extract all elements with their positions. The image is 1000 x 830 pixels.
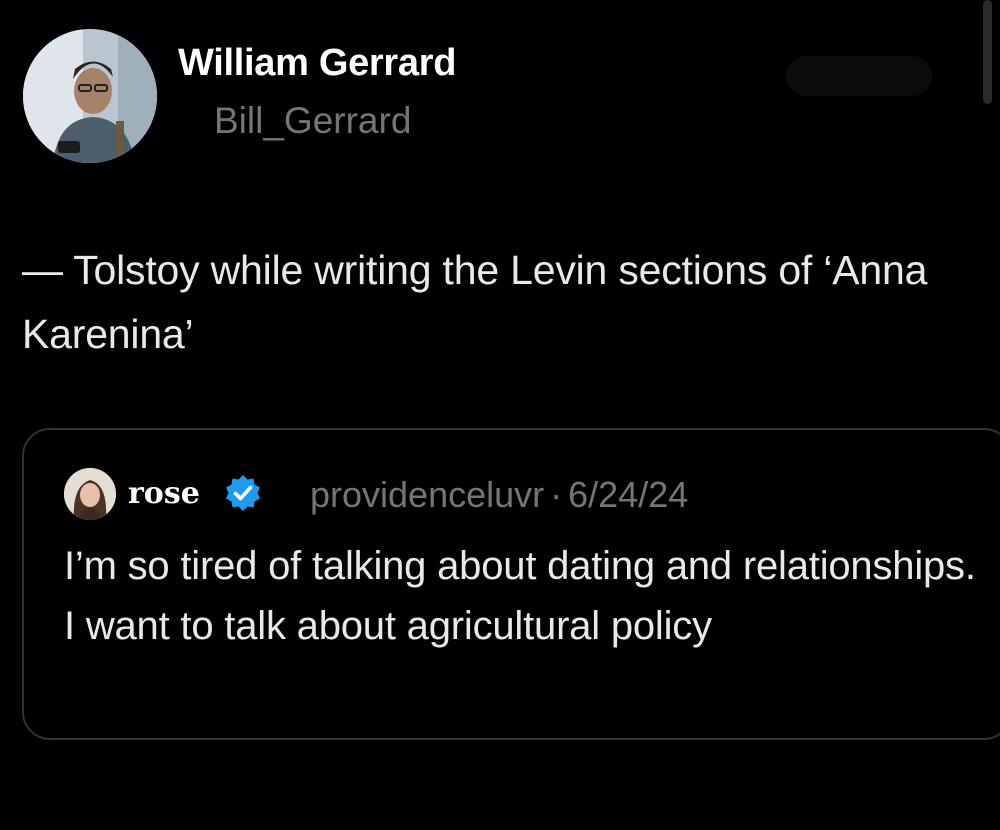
scrollbar[interactable] bbox=[983, 0, 992, 104]
header-action-button[interactable] bbox=[786, 56, 932, 96]
author-handle[interactable]: Bill_Gerrard bbox=[214, 100, 411, 142]
quoted-tweet-card[interactable]: rose providenceluvr · 6/24/24 I’m so tired… bbox=[22, 428, 1000, 740]
author-name[interactable]: William Gerrard bbox=[178, 42, 456, 85]
author-avatar[interactable] bbox=[23, 29, 157, 163]
verified-badge-icon bbox=[223, 473, 263, 513]
meta-separator: · bbox=[550, 474, 563, 515]
tweet-text: — Tolstoy while writing the Levin sectio… bbox=[22, 247, 928, 357]
quoted-tweet-meta: providenceluvr · 6/24/24 bbox=[310, 474, 688, 516]
avatar-photo-icon bbox=[64, 468, 116, 520]
quoted-tweet-text: I’m so tired of talking about dating and… bbox=[64, 544, 976, 648]
quoted-author-avatar[interactable] bbox=[64, 468, 116, 520]
avatar-photo-icon bbox=[23, 29, 157, 163]
quoted-tweet-date[interactable]: 6/24/24 bbox=[568, 474, 688, 515]
tweet-page: William Gerrard Bill_Gerrard — Tolstoy w… bbox=[0, 0, 1000, 830]
quoted-author-name[interactable]: rose bbox=[128, 476, 200, 511]
quoted-author-handle[interactable]: providenceluvr bbox=[310, 474, 544, 515]
